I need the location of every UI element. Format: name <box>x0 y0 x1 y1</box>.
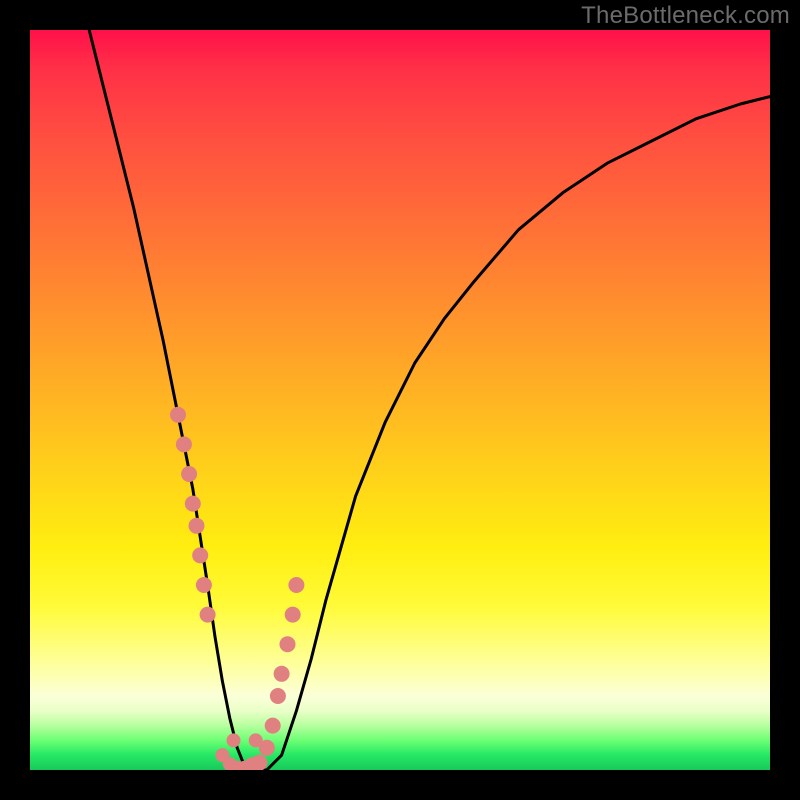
data-dot <box>170 407 186 423</box>
data-dot <box>196 577 212 593</box>
plot-area <box>30 30 770 770</box>
bottleneck-curve <box>89 30 770 770</box>
data-dot <box>288 577 304 593</box>
data-dot <box>270 688 286 704</box>
data-dot <box>192 547 208 563</box>
data-dots <box>170 407 304 770</box>
data-dot <box>249 733 263 747</box>
data-dot <box>200 607 216 623</box>
data-dot <box>265 718 281 734</box>
watermark-text: TheBottleneck.com <box>581 2 790 30</box>
data-dot <box>227 733 241 747</box>
data-dot <box>280 636 296 652</box>
data-dot <box>189 518 205 534</box>
data-dot <box>285 607 301 623</box>
chart-container: TheBottleneck.com <box>0 0 800 800</box>
data-dot <box>185 496 201 512</box>
data-dot <box>176 436 192 452</box>
chart-svg <box>30 30 770 770</box>
data-dot <box>274 666 290 682</box>
data-dot <box>181 466 197 482</box>
